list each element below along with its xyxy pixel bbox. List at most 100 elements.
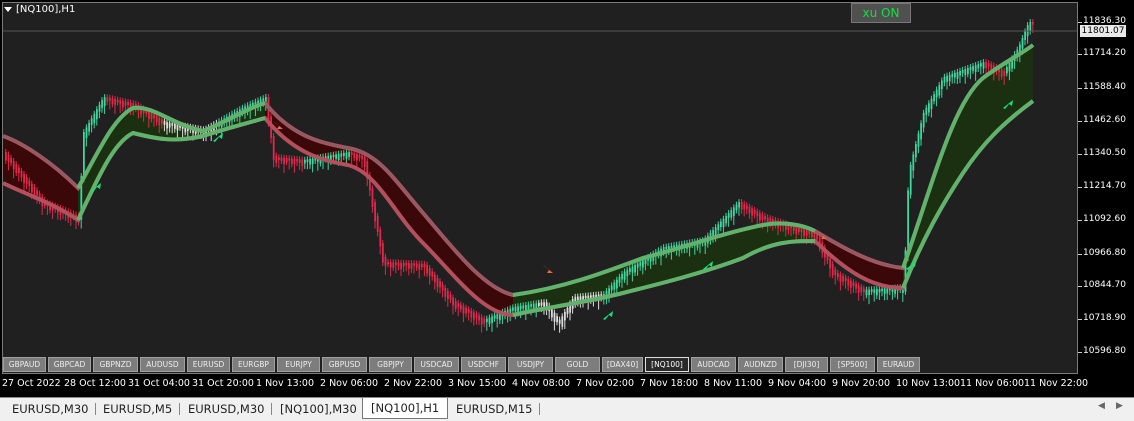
chart-window[interactable]: [NQ100],H1 xu ON 11836.30 11714.20 11588… — [0, 0, 1134, 398]
chevron-down-icon[interactable] — [4, 6, 12, 12]
candle-body — [948, 74, 951, 82]
candle-body — [803, 229, 805, 236]
candle-body — [475, 314, 478, 318]
chart-tab-active[interactable]: [NQ100],H1 — [362, 398, 449, 419]
candle-body — [636, 263, 639, 268]
candle-body — [837, 272, 839, 278]
candle-body — [717, 224, 720, 231]
time-tick: 10 Nov 13:00 — [896, 378, 961, 389]
candle-body — [941, 80, 943, 90]
candle-body — [480, 317, 483, 325]
candle-body — [623, 271, 626, 280]
candle-body — [272, 136, 275, 161]
time-tick: 2 Nov 06:00 — [320, 378, 379, 389]
symbol-button[interactable]: GBPCAD — [48, 357, 91, 372]
candle-body — [725, 215, 727, 224]
chart-tab[interactable]: EURUSD,M30 — [180, 400, 273, 418]
time-tick: 4 Nov 08:00 — [512, 378, 571, 389]
candle-body — [98, 104, 101, 112]
candle-body — [912, 154, 915, 171]
symbol-button[interactable]: USDCHF — [461, 357, 506, 372]
candle-body — [954, 72, 956, 78]
candle-body — [850, 280, 852, 288]
symbol-button[interactable]: EURGBP — [232, 357, 275, 372]
candle-body — [987, 63, 990, 67]
candle-body — [639, 261, 642, 267]
candle-body — [930, 98, 933, 109]
buy-arrow-icon — [603, 311, 613, 320]
candle-body — [642, 260, 644, 268]
symbol-button[interactable]: [SP500] — [830, 357, 875, 372]
candle-body — [834, 269, 837, 276]
time-tick: 28 Oct 12:00 — [64, 378, 126, 389]
symbol-button[interactable]: GBPJPY — [369, 357, 412, 372]
symbol-button[interactable]: USDJPY — [508, 357, 553, 372]
candle-body — [634, 265, 636, 273]
symbol-button[interactable]: USDCAD — [414, 357, 459, 372]
chart-tab[interactable]: EURUSD,M5 — [95, 400, 181, 418]
chart-svg — [3, 19, 1077, 333]
symbol-button[interactable]: EURAUD — [877, 357, 920, 372]
candle-body — [478, 315, 480, 321]
candle-body — [980, 63, 982, 67]
candle-body — [870, 289, 873, 292]
time-tick: 9 Nov 20:00 — [832, 378, 891, 389]
scroll-left-icon[interactable]: ◀ — [1098, 401, 1105, 411]
symbol-button[interactable]: GBPUSD — [322, 357, 367, 372]
scroll-right-icon[interactable]: ▶ — [1116, 401, 1123, 411]
candle-body — [371, 188, 374, 207]
time-axis[interactable]: 27 Oct 2022 28 Oct 12:00 31 Oct 04:00 31… — [0, 375, 1134, 395]
candle-body — [397, 262, 400, 267]
candle-body — [761, 214, 764, 220]
candle-body — [753, 209, 756, 214]
price-axis[interactable]: 11836.30 11714.20 11588.40 11462.60 1134… — [1078, 2, 1134, 374]
symbol-button[interactable]: GOLD — [555, 357, 600, 372]
candle-body — [868, 289, 870, 296]
ma-fast-line-core — [3, 44, 1034, 296]
candle-body — [434, 274, 436, 283]
candle-body — [285, 158, 288, 163]
symbol-button[interactable]: AUDCAD — [691, 357, 736, 372]
candle-body — [106, 97, 109, 102]
chart-tab[interactable]: [NQ100],M30 — [272, 400, 365, 418]
candle-body — [25, 177, 28, 185]
symbol-button[interactable]: EURJPY — [277, 357, 320, 372]
candle-body — [441, 284, 444, 291]
candle-body — [990, 64, 993, 70]
symbol-button[interactable]: AUDUSD — [140, 357, 185, 372]
candle-body — [171, 123, 174, 126]
symbol-button-active[interactable]: [NQ100] — [645, 357, 689, 372]
symbol-button[interactable]: AUDNZD — [738, 357, 783, 372]
candle-body — [376, 215, 379, 232]
candle-body — [353, 152, 356, 159]
candle-body — [512, 307, 514, 311]
chart-title[interactable]: [NQ100],H1 — [4, 4, 75, 15]
chart-tab[interactable]: EURUSD,M30 — [4, 400, 97, 418]
candle-body — [928, 103, 930, 113]
candle-body — [842, 275, 844, 282]
candle-body — [733, 207, 735, 217]
candle-body — [566, 307, 569, 315]
candle-body — [452, 297, 454, 306]
candle-body — [90, 118, 93, 125]
candle-body — [5, 152, 7, 161]
symbol-button[interactable]: [DAX40] — [602, 357, 643, 372]
xu-toggle-button[interactable]: xu ON — [851, 3, 911, 23]
time-tick: 7 Nov 02:00 — [576, 378, 635, 389]
candle-body — [418, 263, 421, 270]
price-tick: 11092.60 — [1078, 214, 1126, 224]
candle-body — [540, 302, 543, 306]
chart-tab[interactable]: EURUSD,M15 — [448, 400, 541, 418]
candle-body — [616, 279, 618, 289]
symbol-button[interactable]: GBPAUD — [3, 357, 46, 372]
candle-body — [1003, 70, 1006, 76]
symbol-button[interactable]: GBPNZD — [93, 357, 138, 372]
price-tick: 11340.50 — [1078, 148, 1126, 158]
symbol-button[interactable]: [DJI30] — [785, 357, 828, 372]
candle-body — [558, 319, 561, 324]
chart-plot-area[interactable] — [2, 2, 1078, 374]
candle-body — [522, 305, 525, 309]
candle-body — [400, 262, 402, 269]
symbol-button[interactable]: EURUSD — [187, 357, 230, 372]
candle-body — [748, 206, 751, 214]
